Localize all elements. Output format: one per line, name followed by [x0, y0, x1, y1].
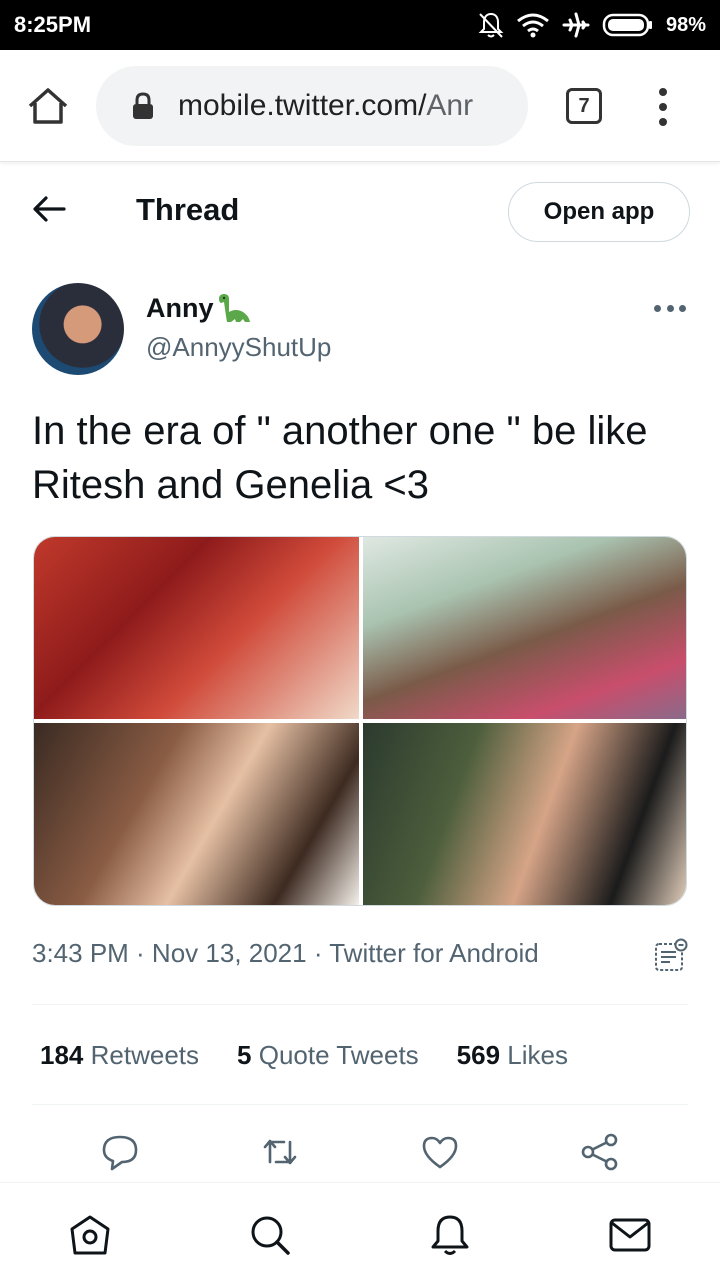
- tweet-photo-1[interactable]: [34, 537, 359, 719]
- share-icon[interactable]: [580, 1132, 620, 1172]
- url-host: mobile.twitter.com/: [178, 89, 427, 122]
- home-icon[interactable]: [26, 86, 70, 126]
- quotes-count: 5: [237, 1040, 252, 1070]
- retweets-stat[interactable]: 184 Retweets: [40, 1040, 199, 1071]
- retweet-icon[interactable]: [260, 1132, 300, 1172]
- status-time: 8:25PM: [14, 12, 92, 37]
- url-text: mobile.twitter.com/Anr: [178, 89, 473, 123]
- notifications-bell-icon[interactable]: [428, 1213, 472, 1257]
- tab-switcher-button[interactable]: 7: [566, 88, 602, 124]
- author-name-text: Anny: [146, 292, 214, 323]
- reply-icon[interactable]: [100, 1132, 140, 1172]
- lock-icon: [133, 92, 153, 119]
- messages-mail-icon[interactable]: [608, 1213, 652, 1257]
- likes-count: 569: [456, 1040, 501, 1070]
- like-heart-icon[interactable]: [420, 1132, 460, 1172]
- dinosaur-emoji-icon: [218, 294, 250, 322]
- browser-menu-icon[interactable]: [650, 84, 676, 130]
- tweet-media-grid: [33, 536, 687, 906]
- author-handle[interactable]: @AnnyyShutUp: [146, 332, 331, 363]
- airplane-icon: [562, 12, 590, 38]
- divider: [32, 1004, 688, 1005]
- page-title: Thread: [136, 192, 240, 227]
- address-bar[interactable]: mobile.twitter.com/Anr: [96, 66, 528, 146]
- retweets-count: 184: [40, 1040, 84, 1070]
- tweet-text: In the era of " another one " be like Ri…: [32, 409, 648, 507]
- status-bar: 8:25PM 98%: [0, 0, 720, 50]
- mute-icon: [478, 12, 504, 38]
- back-arrow-icon[interactable]: [30, 194, 68, 224]
- retweets-label: Retweets: [90, 1040, 200, 1070]
- open-app-button[interactable]: Open app: [508, 182, 690, 242]
- search-icon[interactable]: [248, 1213, 292, 1257]
- bottom-navigation: [0, 1182, 720, 1280]
- tweet-photo-4[interactable]: [363, 723, 686, 905]
- battery-icon: [602, 13, 652, 37]
- tweet-photo-3[interactable]: [34, 723, 359, 905]
- wifi-icon: [517, 13, 549, 38]
- tweet-stats: 184 Retweets 5 Quote Tweets 569 Likes: [40, 1040, 568, 1071]
- url-path: Anr: [426, 89, 474, 122]
- likes-label: Likes: [507, 1040, 568, 1070]
- quote-tweets-stat[interactable]: 5 Quote Tweets: [237, 1040, 419, 1071]
- tweet-actions: [0, 1128, 720, 1178]
- tweet-analytics-icon[interactable]: [654, 938, 688, 972]
- avatar[interactable]: [32, 283, 124, 375]
- more-options-icon[interactable]: [654, 300, 686, 316]
- author-name[interactable]: Anny: [146, 292, 252, 324]
- tweet-meta[interactable]: 3:43 PM · Nov 13, 2021 · Twitter for And…: [32, 938, 539, 969]
- home-nav-icon[interactable]: [68, 1213, 112, 1257]
- divider: [32, 1104, 688, 1105]
- tweet-photo-2[interactable]: [363, 537, 686, 719]
- likes-stat[interactable]: 569 Likes: [457, 1040, 568, 1071]
- browser-toolbar: mobile.twitter.com/Anr 7: [0, 50, 720, 162]
- quotes-label: Quote Tweets: [258, 1040, 419, 1070]
- page-header: Thread Open app: [0, 162, 720, 260]
- battery-percent: 98%: [665, 13, 706, 36]
